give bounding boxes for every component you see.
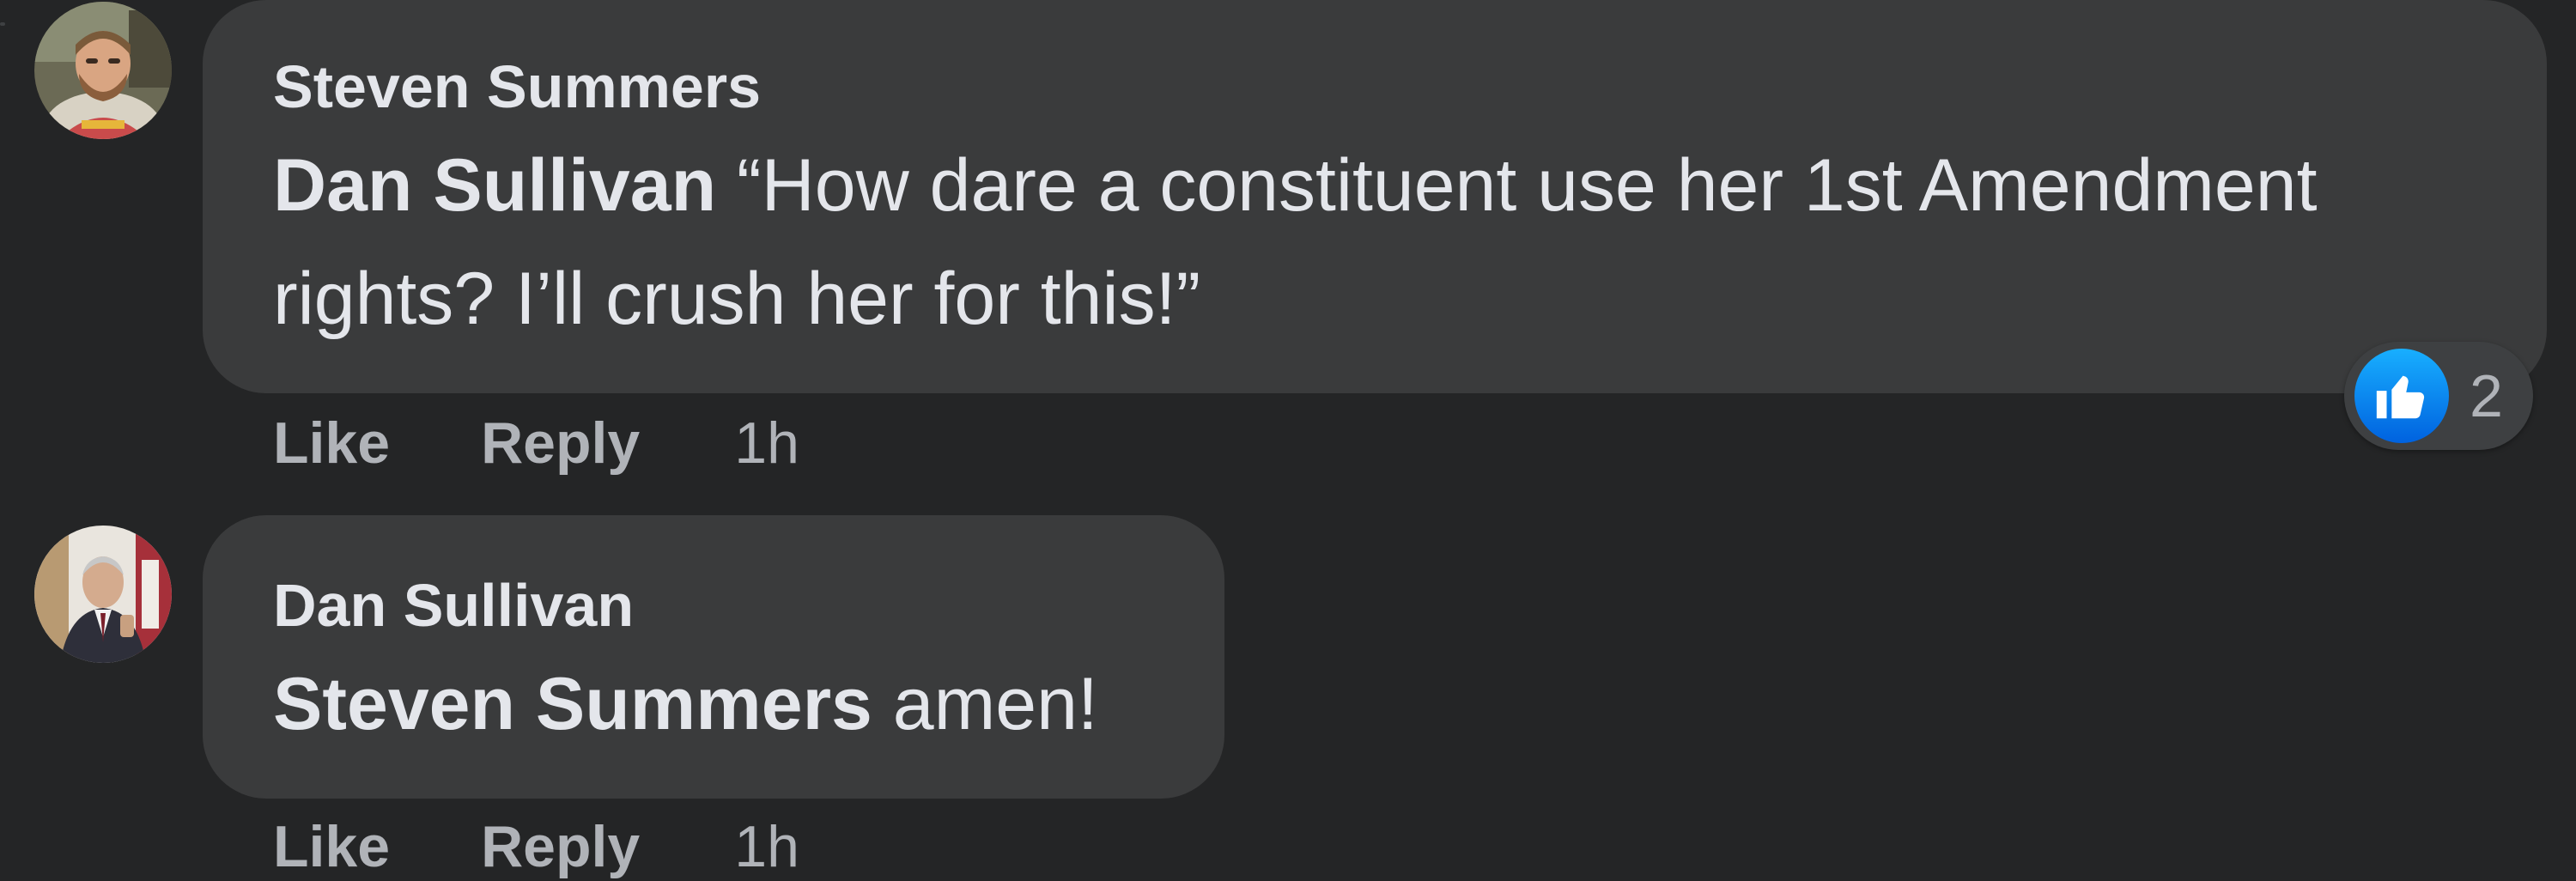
comment-timestamp[interactable]: 1h [734, 812, 799, 881]
reaction-summary[interactable]: 2 [2344, 342, 2533, 450]
comment-bubble: Dan Sullivan Steven Summers amen! [203, 515, 1224, 799]
comment-bubble: Steven Summers Dan Sullivan “How dare a … [203, 0, 2547, 393]
comment-author[interactable]: Steven Summers [273, 48, 2547, 125]
mention-tag[interactable]: Steven Summers [273, 663, 872, 745]
like-button[interactable]: Like [273, 409, 390, 477]
mention-tag[interactable]: Dan Sullivan [273, 144, 716, 227]
avatar[interactable] [34, 2, 172, 139]
comment-author[interactable]: Dan Sullivan [273, 567, 1224, 644]
reply-button[interactable]: Reply [481, 812, 640, 881]
comment-text: Dan Sullivan “How dare a constituent use… [273, 129, 2334, 355]
reaction-count: 2 [2470, 362, 2503, 429]
profile-avatar-icon [34, 526, 172, 663]
comment-timestamp[interactable]: 1h [734, 409, 799, 477]
profile-avatar-icon [34, 2, 172, 139]
avatar[interactable] [34, 526, 172, 663]
reply-button[interactable]: Reply [481, 409, 640, 477]
thread-line [0, 22, 5, 26]
comment-text: Steven Summers amen! [273, 647, 1224, 761]
comment-body: amen! [872, 663, 1098, 745]
thumbs-up-icon [2351, 345, 2452, 447]
like-button[interactable]: Like [273, 812, 390, 881]
comment-actions: Like Reply 1h [273, 812, 799, 881]
comment-actions: Like Reply 1h [273, 409, 799, 477]
